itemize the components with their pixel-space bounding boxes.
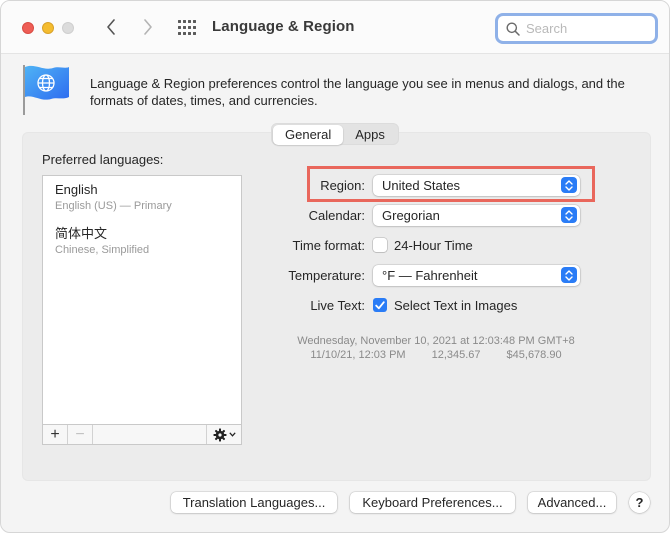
list-item[interactable]: 简体中文 Chinese, Simplified bbox=[43, 220, 241, 264]
temperature-popup[interactable]: °F — Fahrenheit bbox=[373, 264, 580, 286]
region-label: Region: bbox=[320, 177, 365, 193]
sample-number: 12,345.67 bbox=[431, 349, 481, 361]
calendar-popup[interactable]: Gregorian bbox=[373, 204, 580, 226]
keyboard-preferences-button[interactable]: Keyboard Preferences... bbox=[350, 492, 515, 513]
gear-icon bbox=[213, 428, 226, 441]
up-down-arrows-icon bbox=[561, 177, 577, 193]
time-format-row: Time format: 24-Hour Time bbox=[271, 234, 591, 256]
language-detail: English (US) — Primary bbox=[55, 200, 172, 212]
language-region-window: Language & Region Language & Region pref… bbox=[0, 0, 670, 533]
tab-general[interactable]: General bbox=[273, 125, 344, 145]
sample-formats: 11/10/21, 12:03 PM 12,345.67 $45,678.90 bbox=[271, 349, 601, 361]
select-text-in-images-label: Select Text in Images bbox=[394, 297, 518, 313]
window-title: Language & Region bbox=[212, 18, 355, 35]
24-hour-time-label: 24-Hour Time bbox=[394, 237, 473, 253]
live-text-label: Live Text: bbox=[310, 297, 365, 313]
remove-language-button[interactable]: − bbox=[68, 425, 93, 444]
sample-currency: $45,678.90 bbox=[506, 349, 562, 361]
help-button[interactable]: ? bbox=[629, 492, 650, 513]
temperature-label: Temperature: bbox=[288, 267, 365, 283]
time-format-label: Time format: bbox=[292, 237, 365, 253]
region-row: Region: United States bbox=[271, 174, 591, 196]
advanced-button[interactable]: Advanced... bbox=[528, 492, 616, 513]
list-item[interactable]: English English (US) — Primary bbox=[43, 176, 241, 220]
sample-full-date: Wednesday, November 10, 2021 at 12:03:48… bbox=[297, 335, 575, 347]
calendar-value: Gregorian bbox=[382, 207, 440, 223]
language-list-toolbar: + − bbox=[42, 424, 242, 445]
language-detail: Chinese, Simplified bbox=[55, 244, 150, 256]
checkmark-icon bbox=[375, 300, 385, 309]
sample-short-date: 11/10/21, 12:03 PM bbox=[310, 349, 406, 361]
preferred-languages-label: Preferred languages: bbox=[42, 152, 164, 167]
back-button[interactable] bbox=[101, 16, 121, 38]
forward-button[interactable] bbox=[138, 16, 158, 38]
preferred-languages-list[interactable]: English English (US) — Primary 简体中文 Chin… bbox=[42, 175, 242, 425]
translation-languages-button[interactable]: Translation Languages... bbox=[171, 492, 337, 513]
region-popup[interactable]: United States bbox=[373, 174, 580, 196]
show-all-button[interactable] bbox=[177, 18, 197, 38]
language-name: English bbox=[55, 182, 98, 197]
chevron-down-icon bbox=[228, 432, 236, 437]
chevron-right-icon bbox=[144, 19, 152, 35]
24-hour-time-checkbox[interactable] bbox=[373, 238, 387, 252]
search-field[interactable] bbox=[495, 13, 658, 44]
search-icon bbox=[506, 22, 520, 36]
tab-bar: General Apps bbox=[271, 123, 399, 145]
minimize-button[interactable] bbox=[42, 22, 54, 34]
add-language-button[interactable]: + bbox=[43, 425, 68, 444]
live-text-row: Live Text: Select Text in Images bbox=[271, 294, 591, 316]
region-value: United States bbox=[382, 177, 461, 193]
temperature-row: Temperature: °F — Fahrenheit bbox=[271, 264, 591, 286]
titlebar: Language & Region bbox=[1, 1, 669, 54]
zoom-button[interactable] bbox=[62, 22, 74, 34]
select-text-in-images-checkbox[interactable] bbox=[373, 298, 387, 312]
toolbar-spacer bbox=[93, 425, 207, 444]
up-down-arrows-icon bbox=[561, 267, 577, 283]
calendar-label: Calendar: bbox=[308, 207, 365, 223]
temperature-value: °F — Fahrenheit bbox=[382, 267, 478, 283]
chevron-left-icon bbox=[107, 19, 115, 35]
action-menu-button[interactable] bbox=[207, 425, 241, 444]
search-input[interactable] bbox=[526, 21, 646, 36]
intro-text: Language & Region preferences control th… bbox=[90, 76, 625, 108]
close-button[interactable] bbox=[22, 22, 34, 34]
up-down-arrows-icon bbox=[561, 207, 577, 223]
language-name: 简体中文 bbox=[55, 226, 108, 241]
tab-apps[interactable]: Apps bbox=[343, 125, 397, 145]
language-region-flag-icon bbox=[21, 63, 71, 115]
calendar-row: Calendar: Gregorian bbox=[271, 204, 591, 226]
